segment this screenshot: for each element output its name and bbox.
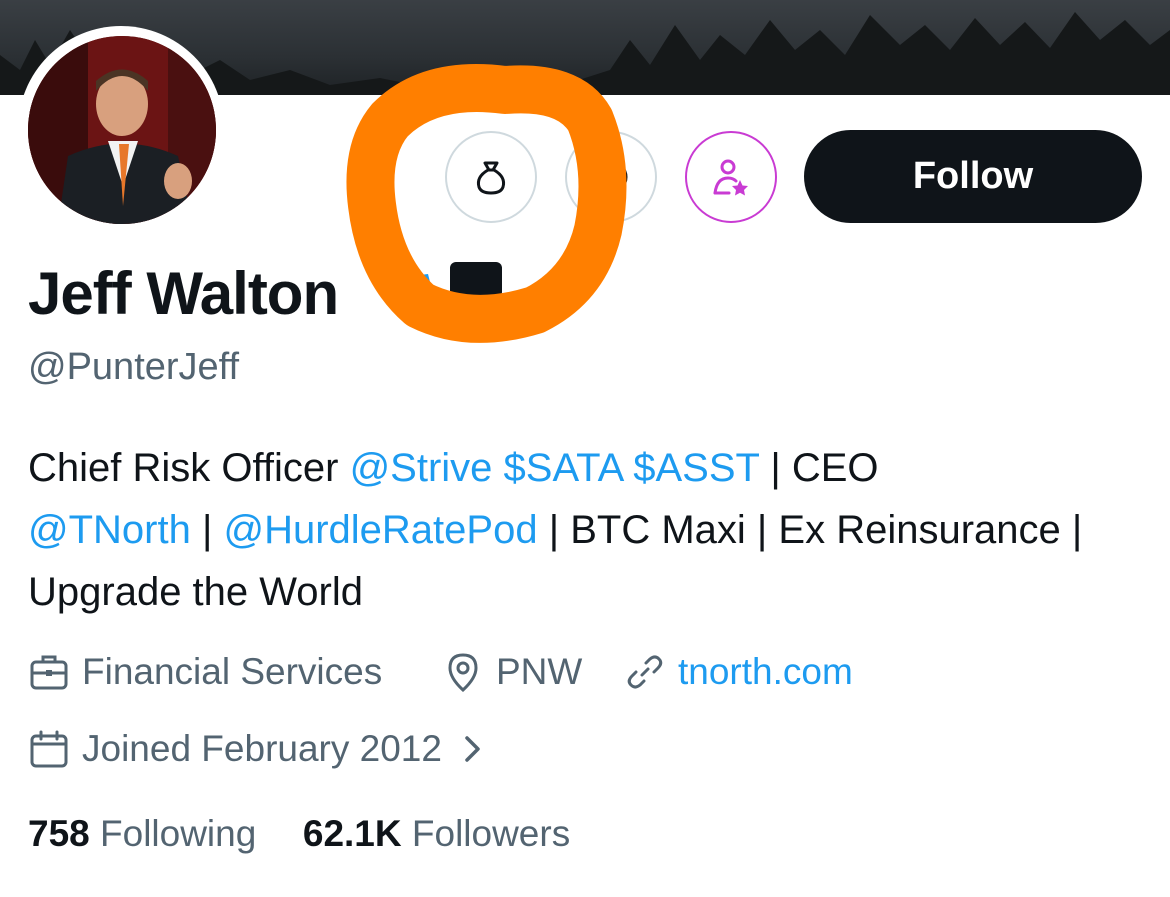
followers-count: 62.1K [302,813,402,854]
bio-cashtag-asst[interactable]: $ASST [633,446,759,490]
redacted-badge [450,262,502,298]
briefcase-icon [30,655,68,690]
bio-text: | CEO [759,446,879,490]
follow-button[interactable]: Follow [804,130,1142,223]
message-button[interactable] [565,131,657,223]
profile-joined[interactable]: Joined February 2012 [28,725,486,773]
bio-text [622,446,633,490]
profile-location: PNW [442,648,582,696]
followers-label: Followers [411,813,571,854]
money-bag-icon [476,161,506,195]
following-link[interactable]: 758 Following [28,813,256,854]
person-star-icon [713,159,748,196]
category-text: Financial Services [82,651,383,692]
location-pin-icon [448,653,478,693]
subscribe-button[interactable] [685,131,777,223]
following-count: 758 [28,813,90,854]
tip-button[interactable] [445,131,537,223]
bio-text: | [190,508,224,552]
website-link[interactable]: tnorth.com [678,648,853,696]
profile-bio: Chief Risk Officer @Strive $SATA $ASST |… [28,437,1138,623]
followers-link[interactable]: 62.1K Followers [303,813,570,854]
avatar-photo [28,36,216,224]
profile-category: Financial Services [28,648,382,696]
link-icon [627,655,663,689]
following-label: Following [100,813,257,854]
profile-name: Jeff Walton [28,260,339,327]
bio-cashtag-sata[interactable]: $SATA [504,446,623,490]
location-text: PNW [496,651,583,692]
chevron-right-icon [465,736,480,762]
profile-stats: 758 Following 62.1K Followers [28,810,570,858]
avatar[interactable] [28,36,216,224]
bio-mention-strive[interactable]: @Strive [350,446,493,490]
bio-text [492,446,503,490]
calendar-icon [30,730,68,768]
message-icon [594,160,628,194]
profile-website[interactable]: tnorth.com [624,648,853,696]
bio-mention-hurdleratepod[interactable]: @HurdleRatePod [223,508,537,552]
bio-text: Chief Risk Officer [28,446,350,490]
profile-handle: @PunterJeff [28,346,240,388]
bio-mention-tnorth[interactable]: @TNorth [28,508,191,552]
verified-badge-icon[interactable] [390,268,438,321]
joined-text: Joined February 2012 [82,728,442,769]
